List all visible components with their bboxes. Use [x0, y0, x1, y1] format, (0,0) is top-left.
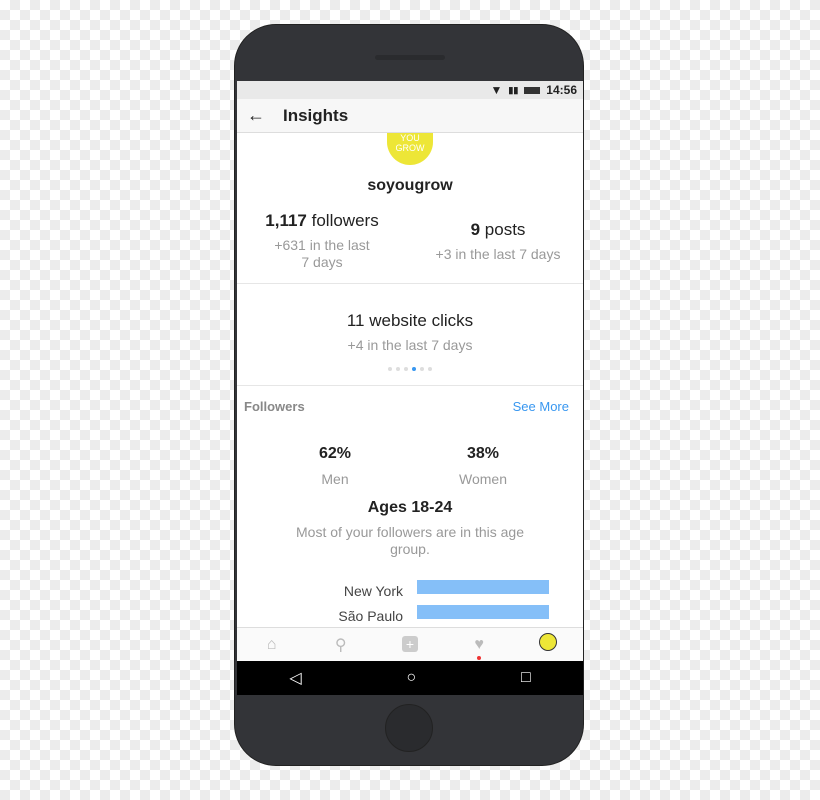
- age-description: Most of your followers are in this age g…: [296, 524, 524, 557]
- carousel-dot[interactable]: [412, 367, 416, 371]
- women-percent: 38%: [466, 445, 500, 462]
- profile-avatar: YOU GROW: [387, 133, 433, 165]
- website-clicks-stat: 11 website clicks +4 in the last 7 days: [237, 311, 583, 354]
- divider: [237, 283, 583, 284]
- carousel-dot[interactable]: [420, 367, 424, 371]
- home-icon[interactable]: ⌂: [257, 636, 287, 654]
- followers-section-header: Followers See More: [244, 399, 569, 414]
- posts-label: posts: [484, 220, 526, 239]
- see-more-link[interactable]: See More: [513, 399, 569, 414]
- username: soyougrow: [367, 177, 453, 194]
- carousel-dot[interactable]: [428, 367, 432, 371]
- followers-delta: +631 in the last 7 days: [274, 237, 370, 270]
- city-label: New York: [343, 583, 403, 599]
- recents-icon[interactable]: □: [521, 669, 531, 687]
- signal-icon: ▮▮: [508, 84, 519, 95]
- profile-icon[interactable]: [533, 633, 563, 656]
- gender-women: 38% Women: [433, 445, 533, 487]
- hardware-home-button[interactable]: [385, 704, 433, 752]
- women-label: Women: [459, 471, 507, 487]
- posts-count: 9: [470, 220, 481, 239]
- status-bar: ▼ ▮▮ 14:56: [237, 81, 583, 99]
- heart-icon[interactable]: ♥: [464, 636, 494, 660]
- section-title: Followers: [244, 399, 305, 414]
- search-icon[interactable]: ⚲: [326, 635, 356, 655]
- screen: ▼ ▮▮ 14:56 ← Insights YOU GROW soyougrow…: [237, 81, 583, 695]
- app-bar: ← Insights: [237, 99, 583, 133]
- posts-delta: +3 in the last 7 days: [435, 246, 561, 262]
- age-range: Ages 18-24: [367, 499, 453, 516]
- speaker: [375, 55, 445, 60]
- insights-content: YOU GROW soyougrow 1,117 followers +631 …: [237, 133, 583, 627]
- page-title: Insights: [283, 105, 349, 125]
- carousel-dots[interactable]: [237, 367, 583, 371]
- followers-label: followers: [311, 211, 379, 230]
- men-label: Men: [321, 471, 349, 487]
- home-circle-icon[interactable]: ○: [406, 669, 416, 687]
- website-clicks: 11 website clicks: [346, 311, 474, 330]
- notification-dot: [477, 655, 482, 660]
- wifi-icon: ▼: [490, 83, 503, 97]
- phone-frame: ▼ ▮▮ 14:56 ← Insights YOU GROW soyougrow…: [234, 24, 584, 766]
- gender-men: 62% Men: [285, 445, 385, 487]
- back-icon[interactable]: ◁: [289, 668, 301, 688]
- followers-stat: 1,117 followers +631 in the last 7 days: [247, 211, 397, 271]
- bottom-nav: ⌂ ⚲ + ♥: [237, 627, 583, 661]
- battery-icon: [524, 86, 541, 94]
- city-bar: [417, 580, 549, 594]
- men-percent: 62%: [318, 445, 352, 462]
- android-nav-bar: ◁ ○ □: [237, 661, 583, 695]
- clicks-delta: +4 in the last 7 days: [347, 337, 473, 353]
- carousel-dot[interactable]: [404, 367, 408, 371]
- posts-stat: 9 posts +3 in the last 7 days: [423, 220, 573, 263]
- status-time: 14:56: [546, 83, 577, 97]
- carousel-dot[interactable]: [396, 367, 400, 371]
- followers-count: 1,117: [265, 211, 307, 230]
- city-label: São Paulo: [338, 608, 403, 624]
- city-bar: [417, 605, 549, 619]
- divider: [237, 385, 583, 386]
- back-arrow-icon[interactable]: ←: [247, 105, 265, 126]
- add-icon[interactable]: +: [395, 635, 425, 654]
- carousel-dot[interactable]: [388, 367, 392, 371]
